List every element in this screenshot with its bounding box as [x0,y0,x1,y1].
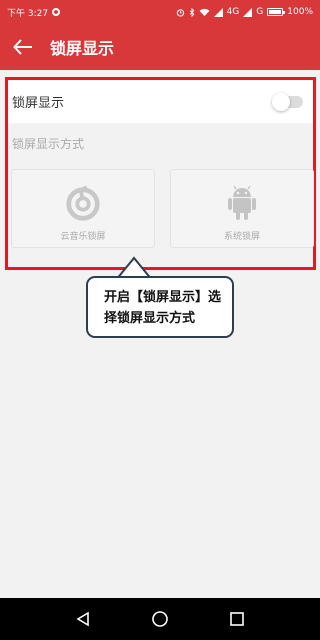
lockscreen-toggle-row[interactable]: 锁屏显示 [8,80,313,123]
network-type: 4G [226,7,240,17]
toggle-label: 锁屏显示 [12,96,65,111]
lockscreen-toggle[interactable] [272,92,303,111]
alarm-icon [176,8,184,17]
signal-icon [213,7,223,17]
toggle-knob [272,92,290,111]
arrow-left-icon [13,39,32,55]
page-title: 锁屏显示 [50,39,115,58]
nav-home-button[interactable] [145,604,175,634]
callout-line-1: 开启【锁屏显示】选 [104,290,222,305]
android-icon [222,183,262,223]
status-time: 下午 3:27 [7,8,49,19]
square-recents-icon [230,612,245,626]
status-left: 下午 3:27 [7,6,61,19]
nav-recents-button[interactable] [222,604,252,634]
bluetooth-icon [189,7,195,17]
signal-icon-2 [243,7,253,17]
netease-music-icon [63,183,103,223]
option-label: 系统锁屏 [223,232,260,242]
option-label: 云音乐锁屏 [60,232,106,242]
circle-home-icon [152,611,168,627]
battery-level: 100% [287,7,313,17]
section-label: 锁屏显示方式 [12,137,85,151]
wifi-icon [199,8,210,16]
nav-back-button[interactable] [68,604,98,634]
system-nav-bar [0,598,320,640]
status-bar: 下午 3:27 4G G 100% [0,0,320,24]
notification-icon [52,8,61,16]
option-cloud-music-lockscreen[interactable]: 云音乐锁屏 [11,169,155,248]
network-type-2: G [256,7,264,17]
back-button[interactable] [0,24,46,70]
app-bar: 锁屏显示 [0,24,320,70]
battery-icon [267,8,286,16]
callout-line-2: 择锁屏显示方式 [104,311,196,326]
option-system-lockscreen[interactable]: 系统锁屏 [170,169,314,248]
highlight-box: 锁屏显示 锁屏显示方式 云音乐锁屏 系统锁屏 [5,77,316,270]
triangle-back-icon [76,611,89,627]
instruction-callout: 开启【锁屏显示】选 择锁屏显示方式 [86,276,234,338]
status-right: 4G G 100% [176,7,313,17]
